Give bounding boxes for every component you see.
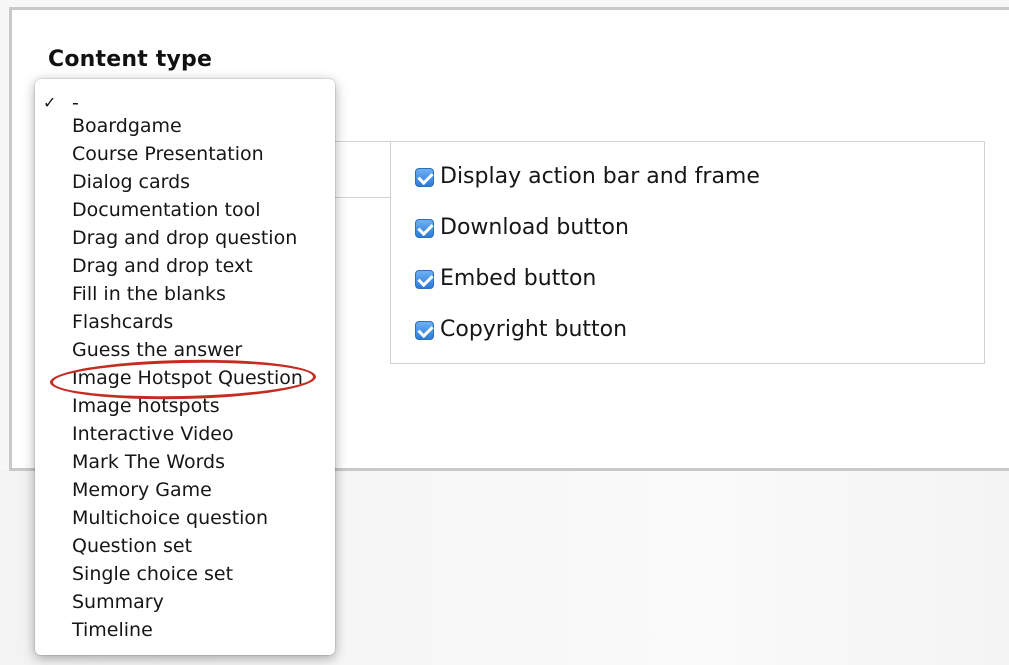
dropdown-item-boardgame[interactable]: Boardgame [35,112,335,140]
content-type-label: Content type [48,47,213,72]
download-button-checkbox[interactable] [415,218,434,238]
dropdown-item-drag-and-drop-question[interactable]: Drag and drop question [35,224,335,252]
dropdown-item-label: Memory Game [72,479,212,501]
dropdown-item-course-presentation[interactable]: Course Presentation [35,140,335,168]
copyright-button-checkbox[interactable] [415,320,434,340]
display-options-box: Display action bar and frame Download bu… [390,141,985,364]
option-embed-button[interactable]: Embed button [415,264,596,294]
dropdown-item-documentation-tool[interactable]: Documentation tool [35,196,335,224]
dropdown-item-label: Mark The Words [72,451,226,473]
dropdown-item-image-hotspot-question[interactable]: Image Hotspot Question [35,364,335,392]
dropdown-item-label: Question set [72,535,193,557]
dropdown-item-label: Documentation tool [72,199,261,221]
dropdown-item-label: Summary [72,591,164,613]
dropdown-item-label: Image Hotspot Question [72,367,303,389]
embed-button-checkbox[interactable] [415,269,434,289]
dropdown-item-label: Course Presentation [72,143,264,165]
dropdown-item-guess-the-answer[interactable]: Guess the answer [35,336,335,364]
option-copyright-button[interactable]: Copyright button [415,315,627,345]
dropdown-item-interactive-video[interactable]: Interactive Video [35,420,335,448]
dropdown-item-single-choice-set[interactable]: Single choice set [35,560,335,588]
dropdown-item-timeline[interactable]: Timeline [35,616,335,644]
dropdown-item-label: Single choice set [72,563,234,585]
dropdown-item-dialog-cards[interactable]: Dialog cards [35,168,335,196]
dropdown-item-drag-and-drop-text[interactable]: Drag and drop text [35,252,335,280]
dropdown-item-multichoice-question[interactable]: Multichoice question [35,504,335,532]
option-download-button[interactable]: Download button [415,213,629,243]
dropdown-item-image-hotspots[interactable]: Image hotspots [35,392,335,420]
option-label: Copyright button [440,317,628,342]
option-label: Download button [440,215,629,240]
display-action-bar-checkbox[interactable] [415,167,434,187]
dropdown-item-label: Dialog cards [72,171,191,193]
dropdown-item-label: Guess the answer [72,339,243,361]
dropdown-item-question-set[interactable]: Question set [35,532,335,560]
dropdown-item-summary[interactable]: Summary [35,588,335,616]
dropdown-item-label: Flashcards [72,311,174,333]
dropdown-item-memory-game[interactable]: Memory Game [35,476,335,504]
dropdown-item-label: Fill in the blanks [72,283,226,305]
dropdown-item-label: Timeline [72,619,153,641]
option-label: Embed button [440,266,597,291]
dropdown-item-label: Interactive Video [72,423,234,445]
content-type-dropdown[interactable]: ✓ - Boardgame Course Presentation Dialog… [35,79,335,655]
dropdown-item-label: Multichoice question [72,507,269,529]
dropdown-item-mark-the-words[interactable]: Mark The Words [35,448,335,476]
dropdown-item-label: Boardgame [72,115,182,137]
dropdown-item-flashcards[interactable]: Flashcards [35,308,335,336]
dropdown-item-label: Image hotspots [72,395,220,417]
dropdown-item-label: Drag and drop question [72,227,298,249]
dropdown-item-fill-in-the-blanks[interactable]: Fill in the blanks [35,280,335,308]
dropdown-item-label: Drag and drop text [72,255,253,277]
option-display-action-bar[interactable]: Display action bar and frame [415,162,760,192]
option-label: Display action bar and frame [440,164,760,189]
